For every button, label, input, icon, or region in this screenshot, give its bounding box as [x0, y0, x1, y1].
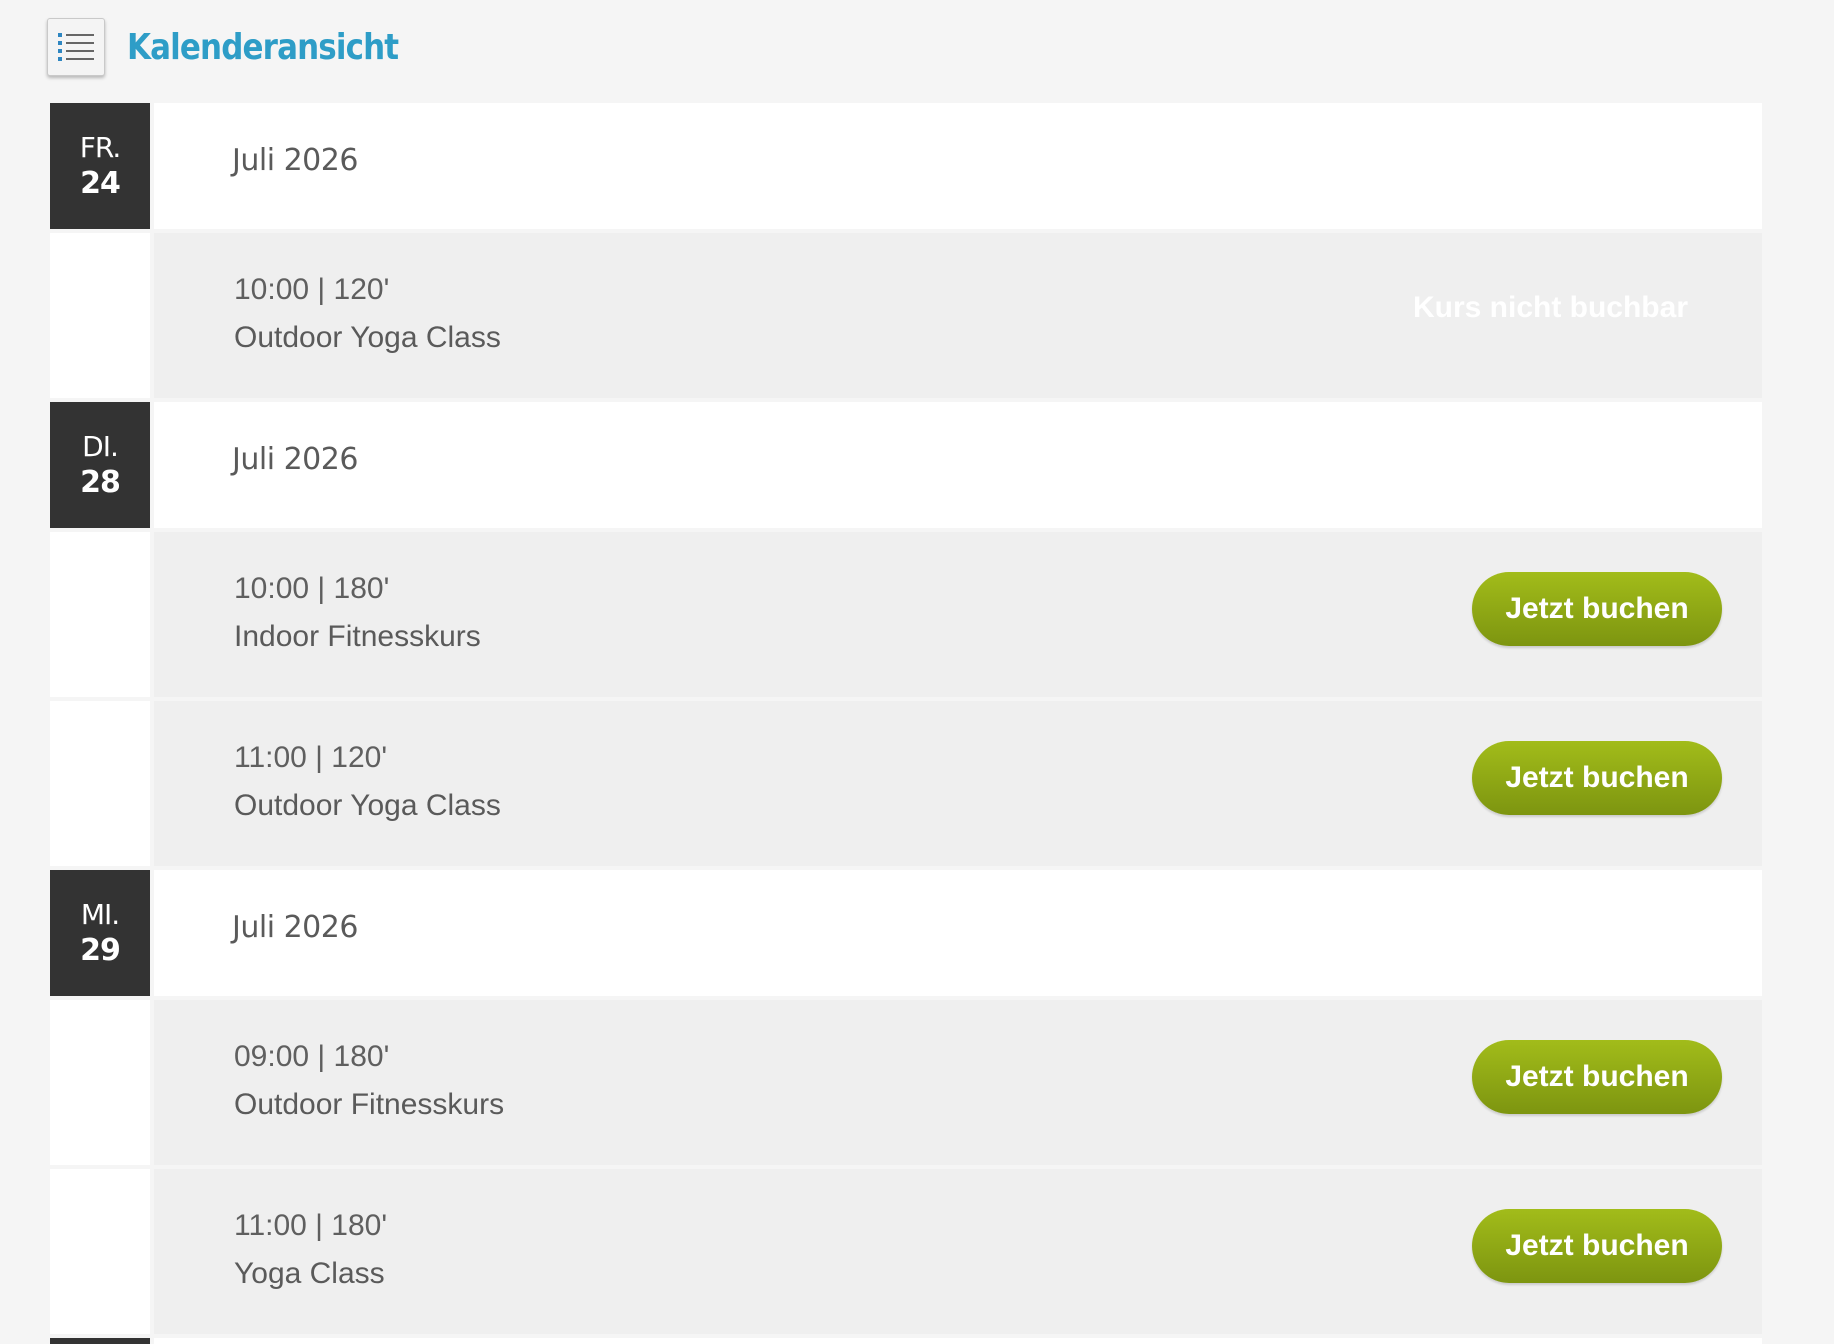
book-now-button[interactable]: Jetzt buchen [1472, 1040, 1722, 1114]
event-time: 11:00 | 120' [234, 741, 388, 774]
date-badge [50, 1338, 150, 1344]
event-name: Outdoor Yoga Class [234, 321, 501, 354]
date-weekday: DI. [82, 430, 119, 463]
event-row: 10:00 | 180' Indoor Fitnesskurs Jetzt bu… [50, 532, 1762, 697]
event-card[interactable]: 10:00 | 180' Indoor Fitnesskurs Jetzt bu… [154, 532, 1762, 697]
page-header: Kalenderansicht [47, 16, 442, 78]
list-icon [58, 33, 94, 61]
book-now-button[interactable]: Jetzt buchen [1472, 741, 1722, 815]
event-card[interactable]: 10:00 | 120' Outdoor Yoga Class Kurs nic… [154, 233, 1762, 398]
book-now-button[interactable]: Jetzt buchen [1472, 572, 1722, 646]
event-time: 11:00 | 180' [234, 1209, 388, 1242]
event-card[interactable]: 11:00 | 120' Outdoor Yoga Class Jetzt bu… [154, 701, 1762, 866]
month-label: Juli 2026 [232, 442, 358, 477]
date-weekday: FR. [79, 131, 121, 164]
month-label: Juli 2026 [232, 910, 358, 945]
event-time: 10:00 | 180' [234, 572, 390, 605]
not-bookable-label: Kurs nicht buchbar [1412, 291, 1688, 324]
event-name: Outdoor Yoga Class [234, 789, 501, 822]
month-label: Juli 2026 [232, 143, 358, 178]
event-row: 09:00 | 180' Outdoor Fitnesskurs Jetzt b… [50, 1000, 1762, 1165]
list-view-toggle-button[interactable] [47, 18, 105, 76]
date-badge: FR. 24 [50, 103, 150, 229]
event-time: 10:00 | 120' [234, 273, 390, 306]
date-badge: MI. 29 [50, 870, 150, 996]
date-header: Juli 2026 [154, 103, 1762, 229]
event-name: Outdoor Fitnesskurs [234, 1088, 505, 1121]
date-row: FR. 24 Juli 2026 [50, 103, 1762, 229]
date-header: Juli 2026 [154, 402, 1762, 528]
date-badge: DI. 28 [50, 402, 150, 528]
date-day-number: 29 [80, 933, 121, 968]
next-date-row-partial [50, 1338, 1762, 1344]
date-day-number: 28 [80, 465, 121, 500]
event-card[interactable]: 09:00 | 180' Outdoor Fitnesskurs Jetzt b… [154, 1000, 1762, 1165]
date-row: DI. 28 Juli 2026 [50, 402, 1762, 528]
date-spacer [50, 233, 150, 398]
date-spacer [50, 532, 150, 697]
event-card[interactable]: 11:00 | 180' Yoga Class Jetzt buchen [154, 1169, 1762, 1334]
date-day-number: 24 [80, 166, 121, 201]
calendar-list: FR. 24 Juli 2026 10:00 | 120' Outdoor Yo… [50, 103, 1762, 1344]
event-row: 11:00 | 120' Outdoor Yoga Class Jetzt bu… [50, 701, 1762, 866]
event-name: Indoor Fitnesskurs [234, 620, 481, 653]
page-title: Kalenderansicht [127, 26, 399, 68]
date-header [154, 1338, 1762, 1344]
event-row: 11:00 | 180' Yoga Class Jetzt buchen [50, 1169, 1762, 1334]
event-name: Yoga Class [234, 1257, 385, 1290]
event-time: 09:00 | 180' [234, 1040, 390, 1073]
date-row: MI. 29 Juli 2026 [50, 870, 1762, 996]
date-spacer [50, 701, 150, 866]
date-spacer [50, 1169, 150, 1334]
date-weekday: MI. [80, 898, 120, 931]
date-spacer [50, 1000, 150, 1165]
event-row: 10:00 | 120' Outdoor Yoga Class Kurs nic… [50, 233, 1762, 398]
book-now-button[interactable]: Jetzt buchen [1472, 1209, 1722, 1283]
date-header: Juli 2026 [154, 870, 1762, 996]
